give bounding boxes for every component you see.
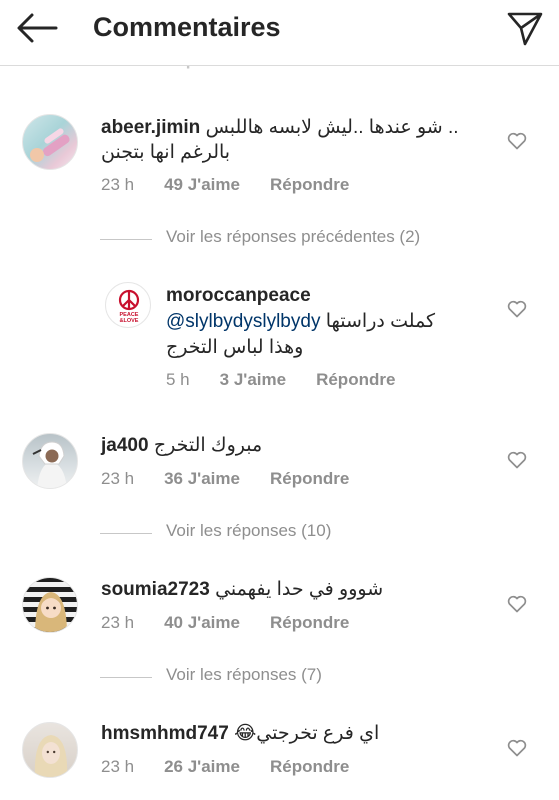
comment-meta: 23 h 40 J'aime Répondre [101,613,349,633]
comment-time: 5 h [166,370,190,389]
comment-time: 23 h [101,175,135,194]
comment-likes[interactable]: 36 J'aime [164,469,240,488]
comment-body: مبروك التخرج [153,435,263,456]
divider-line [100,533,152,534]
like-heart-icon[interactable] [507,451,527,469]
comment-likes[interactable]: 3 J'aime [220,370,286,389]
top-bar: Commentaires [0,0,559,66]
comment-time: 23 h [101,469,135,488]
comment-text-line-1: @slylbydyslylbydy كملت دراستها [166,310,435,334]
comment-username[interactable]: ja400 [101,435,149,456]
comment-text-line-1: soumia2723 شووو في حدا يفهمني [101,578,383,602]
comment-meta: 23 h 26 J'aime Répondre [101,757,349,777]
comment-body: شو عندها ..ليش لابسه هاللبس .. [205,117,459,138]
comment-username[interactable]: moroccanpeace [166,284,311,308]
view-previous-replies-button[interactable]: Voir les réponses précédentes (2) [100,227,460,251]
comment-text-line-2: وهذا لباس التخرج [166,337,304,358]
divider-line [100,677,152,678]
page-title: Commentaires [93,12,281,42]
comment-text-line-2: بالرغم انها بتجنن [101,142,231,163]
view-replies-label: Voir les réponses précédentes (2) [166,227,421,246]
view-replies-button[interactable]: Voir les réponses (10) [100,521,370,545]
reply-button[interactable]: Répondre [270,175,349,194]
comment-likes[interactable]: 26 J'aime [164,757,240,776]
comment-likes[interactable]: 49 J'aime [164,175,240,194]
view-replies-label: Voir les réponses (7) [166,665,322,684]
like-heart-icon[interactable] [507,132,527,150]
peace-logo: PEACE &LOVE [118,289,140,324]
avatar-image [32,441,67,488]
reply-button[interactable]: Répondre [270,613,349,632]
like-heart-icon[interactable] [507,595,527,613]
comment-meta: 5 h 3 J'aime Répondre [166,370,395,390]
avatar-image [30,128,70,162]
avatar[interactable] [22,722,78,778]
like-heart-icon[interactable] [507,300,527,318]
comment-username[interactable]: abeer.jimin [101,117,200,138]
comment-text-line-1: ja400 مبروك التخرج [101,434,262,458]
mention-link[interactable]: @slylbydyslylbydy [166,311,320,332]
comment-body: 😂اي فرع تخرجتي [234,723,380,744]
comment-time: 23 h [101,757,135,776]
comment-username[interactable]: soumia2723 [101,579,210,600]
comment-text-line-1: abeer.jimin شو عندها ..ليش لابسه هاللبس … [101,116,459,140]
comment-time: 23 h [101,613,135,632]
comment-likes[interactable]: 40 J'aime [164,613,240,632]
comment-meta: 23 h 36 J'aime Répondre [101,469,349,489]
avatar[interactable] [22,114,78,170]
share-paper-plane-icon[interactable] [505,10,545,48]
love-logo-text: &LOVE [120,318,139,324]
view-replies-button[interactable]: Voir les réponses (7) [100,665,360,689]
back-arrow-icon[interactable] [14,10,60,46]
avatar[interactable]: PEACE &LOVE [105,282,151,328]
comment-body: شووو في حدا يفهمني [215,579,384,600]
view-replies-label: Voir les réponses (10) [166,521,332,540]
avatar-image [35,592,67,632]
reply-button[interactable]: Répondre [270,469,349,488]
avatar[interactable] [22,433,78,489]
comment-text-line-1: hmsmhmd747 😂اي فرع تخرجتي [101,722,379,746]
like-heart-icon[interactable] [507,739,527,757]
avatar-image [34,735,68,777]
comment-body: كملت دراستها [325,311,436,332]
avatar[interactable] [22,577,78,633]
reply-button[interactable]: Répondre [270,757,349,776]
comment-username[interactable]: hmsmhmd747 [101,723,229,744]
reply-button[interactable]: Répondre [316,370,395,389]
comment-meta: 23 h 49 J'aime Répondre [101,175,349,195]
divider-line [100,239,152,240]
